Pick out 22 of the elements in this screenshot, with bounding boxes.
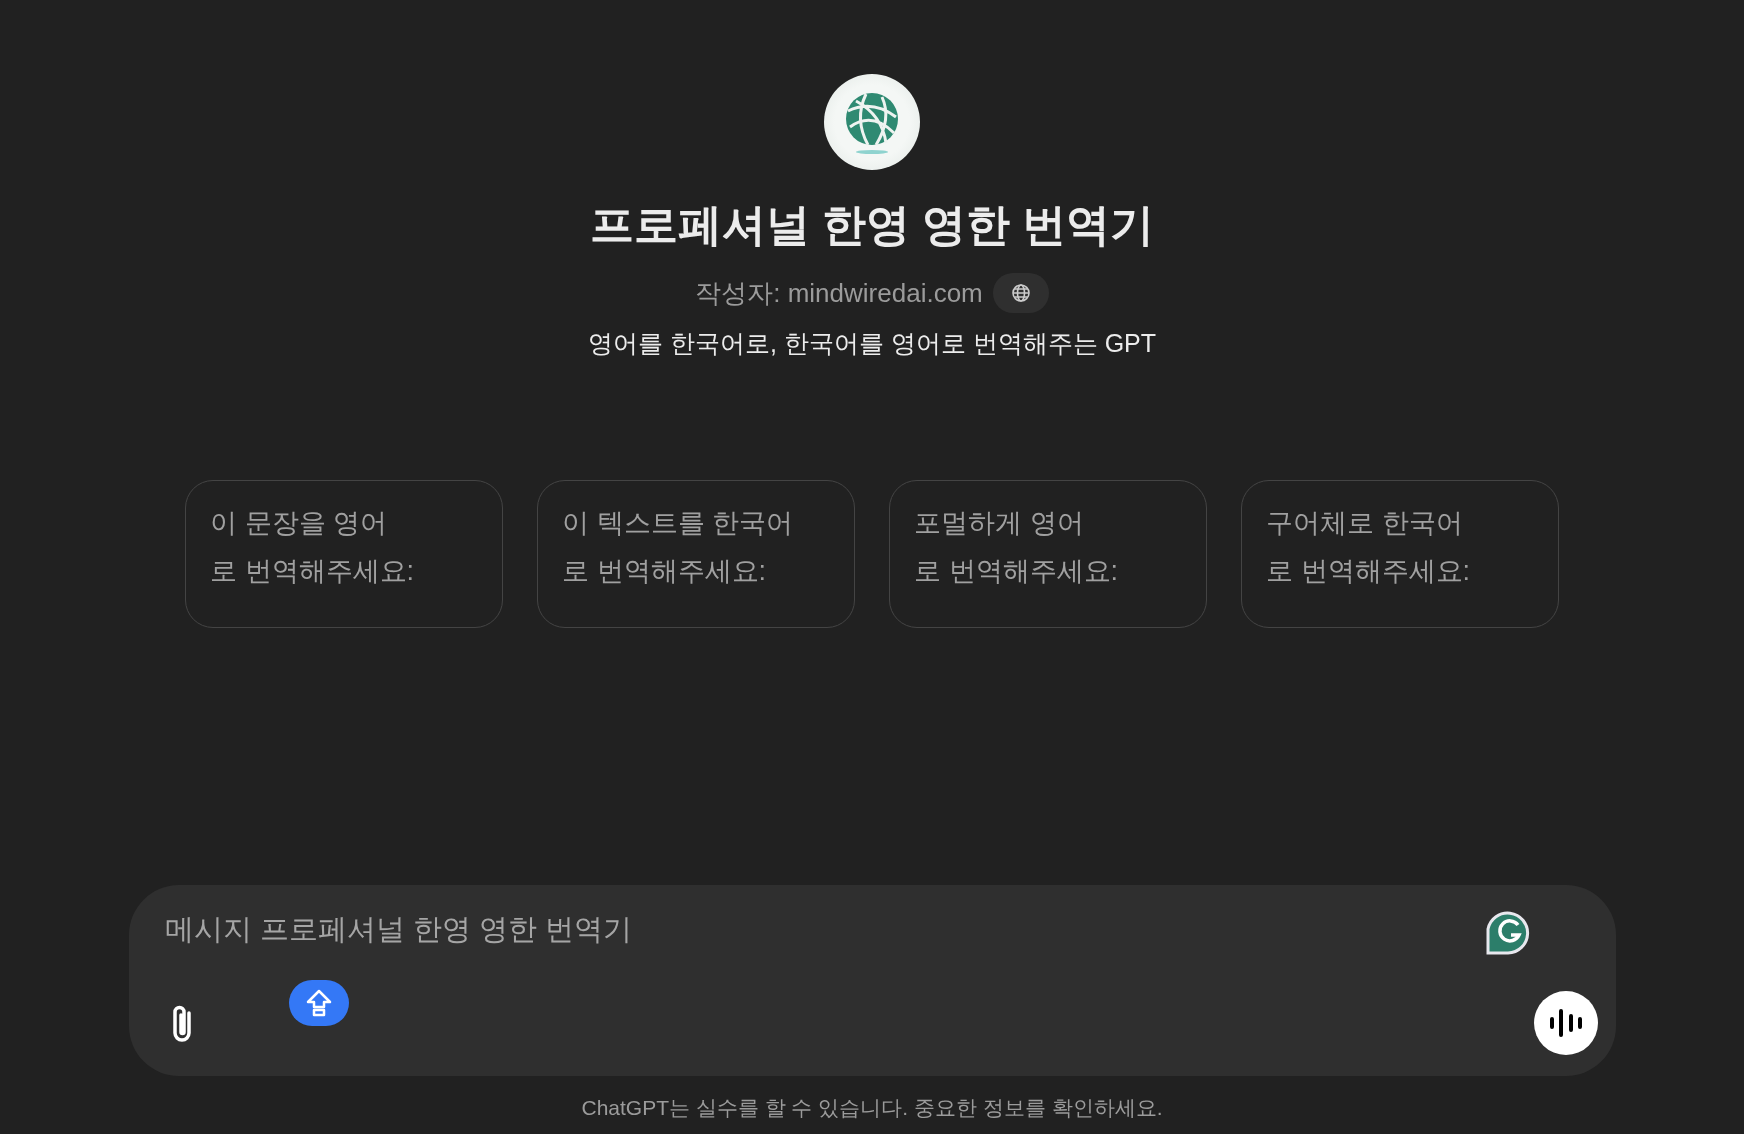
gpt-title: 프로페셔널 한영 영한 번역기 <box>589 199 1155 251</box>
author-text: 작성자: mindwiredai.com <box>695 276 983 310</box>
suggestion-card[interactable]: 이 텍스트를 한국어 로 번역해주세요: <box>537 480 855 628</box>
suggestion-text: 포멀하게 영어 <box>914 507 1085 540</box>
suggestion-text: 이 문장을 영어 <box>210 507 388 540</box>
suggestion-text: 구어체로 한국어 <box>1266 507 1464 540</box>
globe-icon <box>1010 283 1031 303</box>
suggestion-text: 이 텍스트를 한국어 <box>562 507 794 540</box>
website-button[interactable] <box>992 273 1049 313</box>
suggestion-text: 로 번역해주세요: <box>562 555 767 588</box>
sound-wave-icon <box>1548 1008 1583 1038</box>
suggestion-text: 로 번역해주세요: <box>1266 555 1471 588</box>
message-input[interactable]: 메시지 프로페셔널 한영 영한 번역기 <box>164 913 1365 946</box>
suggestion-text: 로 번역해주세요: <box>914 555 1119 588</box>
upload-arrow-icon <box>305 989 332 1017</box>
suggestion-card[interactable]: 이 문장을 영어 로 번역해주세요: <box>185 480 503 628</box>
suggestion-card[interactable]: 포멀하게 영어 로 번역해주세요: <box>889 480 1207 628</box>
suggestion-text: 로 번역해주세요: <box>210 555 415 588</box>
disclaimer-text: ChatGPT는 실수를 할 수 있습니다. 중요한 정보를 확인하세요. <box>581 1095 1163 1121</box>
gpt-description: 영어를 한국어로, 한국어를 영어로 번역해주는 GPT <box>587 328 1157 359</box>
upload-button[interactable] <box>288 980 349 1026</box>
suggestion-card[interactable]: 구어체로 한국어 로 번역해주세요: <box>1241 480 1559 628</box>
